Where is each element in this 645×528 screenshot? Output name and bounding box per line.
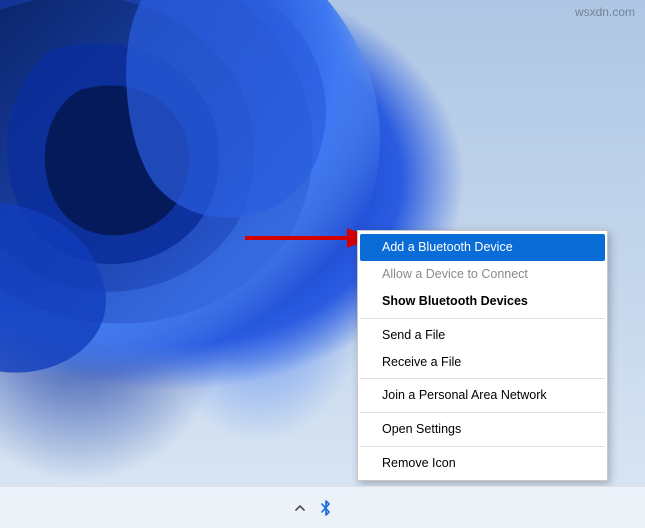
menu-separator [360,378,605,379]
menu-separator [360,412,605,413]
tray-bluetooth-icon[interactable] [318,500,334,516]
tray-chevron-up-icon[interactable] [292,500,308,516]
menu-item-remove-icon[interactable]: Remove Icon [360,450,605,477]
menu-item-show-bluetooth-devices[interactable]: Show Bluetooth Devices [360,288,605,315]
system-tray [292,500,334,516]
menu-item-allow-device-connect: Allow a Device to Connect [360,261,605,288]
taskbar [0,486,645,528]
menu-item-join-pan[interactable]: Join a Personal Area Network [360,382,605,409]
menu-separator [360,446,605,447]
menu-separator [360,318,605,319]
menu-item-send-file[interactable]: Send a File [360,322,605,349]
watermark-text: wsxdn.com [575,5,635,19]
menu-item-add-bluetooth-device[interactable]: Add a Bluetooth Device [360,234,605,261]
menu-item-receive-file[interactable]: Receive a File [360,349,605,376]
menu-item-open-settings[interactable]: Open Settings [360,416,605,443]
bluetooth-context-menu: Add a Bluetooth Device Allow a Device to… [357,230,608,481]
